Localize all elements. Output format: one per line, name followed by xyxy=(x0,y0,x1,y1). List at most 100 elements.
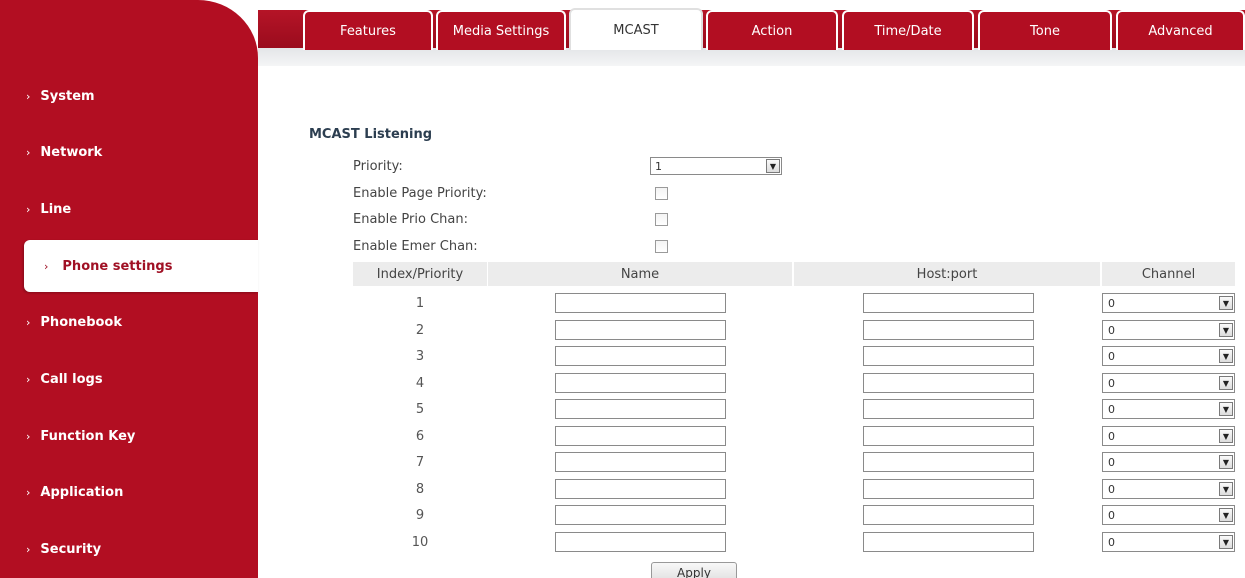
chevron-down-icon: ▼ xyxy=(1219,535,1233,549)
host-port-input[interactable] xyxy=(863,320,1034,340)
sidebar-item-network[interactable]: › Network xyxy=(0,126,252,178)
channel-select[interactable]: 0 ▼ xyxy=(1102,479,1235,499)
chevron-right-icon: › xyxy=(26,542,31,556)
chevron-down-icon: ▼ xyxy=(1219,402,1233,416)
channel-select[interactable]: 0 ▼ xyxy=(1102,452,1235,472)
name-input[interactable] xyxy=(555,293,726,313)
sidebar-item-call-logs[interactable]: › Call logs xyxy=(0,353,252,405)
sidebar: › System › Network › Line › Phone settin… xyxy=(0,0,258,578)
host-port-input[interactable] xyxy=(863,399,1034,419)
column-header-index: Index/Priority xyxy=(353,262,487,286)
apply-button[interactable]: Apply xyxy=(651,562,737,578)
name-input[interactable] xyxy=(555,532,726,552)
row-index: 7 xyxy=(415,455,425,470)
tab-features[interactable]: Features xyxy=(303,10,433,50)
prio-chan-label: Enable Prio Chan: xyxy=(353,212,468,227)
sidebar-item-label: Security xyxy=(40,541,102,557)
channel-value: 0 xyxy=(1108,429,1115,443)
channel-select[interactable]: 0 ▼ xyxy=(1102,505,1235,525)
prio-chan-checkbox[interactable] xyxy=(655,213,668,226)
sidebar-item-phone-settings[interactable]: › Phone settings xyxy=(24,240,258,292)
tab-tone[interactable]: Tone xyxy=(978,10,1112,50)
priority-value: 1 xyxy=(655,159,662,173)
name-input[interactable] xyxy=(555,426,726,446)
name-input[interactable] xyxy=(555,346,726,366)
channel-select[interactable]: 0 ▼ xyxy=(1102,399,1235,419)
row-index: 1 xyxy=(415,296,425,311)
channel-value: 0 xyxy=(1108,402,1115,416)
channel-value: 0 xyxy=(1108,482,1115,496)
row-index: 2 xyxy=(415,323,425,338)
chevron-down-icon: ▼ xyxy=(1219,455,1233,469)
channel-select[interactable]: 0 ▼ xyxy=(1102,320,1235,340)
sidebar-item-phonebook[interactable]: › Phonebook xyxy=(0,296,252,348)
name-input[interactable] xyxy=(555,399,726,419)
row-index: 9 xyxy=(415,508,425,523)
mcast-panel: MCAST Listening Priority: 1 ▼ Enable Pag… xyxy=(258,66,1245,578)
row-index: 3 xyxy=(415,349,425,364)
channel-value: 0 xyxy=(1108,323,1115,337)
channel-value: 0 xyxy=(1108,296,1115,310)
sidebar-item-application[interactable]: › Application xyxy=(0,466,252,518)
row-index: 4 xyxy=(415,376,425,391)
emer-chan-checkbox[interactable] xyxy=(655,240,668,253)
sidebar-item-label: Function Key xyxy=(40,428,136,444)
host-port-input[interactable] xyxy=(863,452,1034,472)
chevron-right-icon: › xyxy=(26,485,31,499)
tab-bar: Features Media Settings MCAST Action Tim… xyxy=(258,0,1245,66)
channel-select[interactable]: 0 ▼ xyxy=(1102,426,1235,446)
tab-advanced[interactable]: Advanced xyxy=(1116,10,1245,50)
sidebar-item-label: Call logs xyxy=(40,371,103,387)
channel-select[interactable]: 0 ▼ xyxy=(1102,293,1235,313)
row-index: 5 xyxy=(415,402,425,417)
column-header-name: Name xyxy=(488,262,792,286)
sidebar-item-label: Line xyxy=(40,201,72,217)
channel-value: 0 xyxy=(1108,376,1115,390)
host-port-input[interactable] xyxy=(863,532,1034,552)
sidebar-item-system[interactable]: › System xyxy=(0,70,252,122)
chevron-down-icon: ▼ xyxy=(1219,349,1233,363)
channel-select[interactable]: 0 ▼ xyxy=(1102,346,1235,366)
channel-select[interactable]: 0 ▼ xyxy=(1102,373,1235,393)
page-priority-label: Enable Page Priority: xyxy=(353,186,487,201)
tab-action[interactable]: Action xyxy=(706,10,838,50)
page-priority-checkbox[interactable] xyxy=(655,187,668,200)
host-port-input[interactable] xyxy=(863,293,1034,313)
tab-mcast[interactable]: MCAST xyxy=(569,8,703,50)
tab-media-settings[interactable]: Media Settings xyxy=(436,10,566,50)
name-input[interactable] xyxy=(555,452,726,472)
host-port-input[interactable] xyxy=(863,373,1034,393)
chevron-right-icon: › xyxy=(44,259,49,273)
name-input[interactable] xyxy=(555,320,726,340)
chevron-right-icon: › xyxy=(26,315,31,329)
chevron-down-icon: ▼ xyxy=(1219,429,1233,443)
sidebar-item-label: Application xyxy=(40,484,124,500)
name-input[interactable] xyxy=(555,373,726,393)
name-input[interactable] xyxy=(555,505,726,525)
column-header-channel: Channel xyxy=(1102,262,1235,286)
host-port-input[interactable] xyxy=(863,505,1034,525)
chevron-right-icon: › xyxy=(26,202,31,216)
sidebar-item-line[interactable]: › Line xyxy=(0,183,252,235)
host-port-input[interactable] xyxy=(863,426,1034,446)
section-title: MCAST Listening xyxy=(309,127,433,142)
channel-value: 0 xyxy=(1108,455,1115,469)
priority-select[interactable]: 1 ▼ xyxy=(650,157,782,175)
channel-value: 0 xyxy=(1108,349,1115,363)
name-input[interactable] xyxy=(555,479,726,499)
sidebar-item-label: Phonebook xyxy=(40,314,123,330)
row-index: 10 xyxy=(411,535,429,550)
sidebar-item-label: Network xyxy=(40,144,103,160)
sidebar-item-security[interactable]: › Security xyxy=(0,523,252,575)
tab-time-date[interactable]: Time/Date xyxy=(842,10,974,50)
host-port-input[interactable] xyxy=(863,479,1034,499)
sidebar-item-label: Phone settings xyxy=(62,258,173,274)
channel-select[interactable]: 0 ▼ xyxy=(1102,532,1235,552)
chevron-right-icon: › xyxy=(26,89,31,103)
chevron-down-icon: ▼ xyxy=(766,159,780,173)
row-index: 6 xyxy=(415,429,425,444)
sidebar-item-function-key[interactable]: › Function Key xyxy=(0,410,252,462)
row-index: 8 xyxy=(415,482,425,497)
host-port-input[interactable] xyxy=(863,346,1034,366)
channel-value: 0 xyxy=(1108,535,1115,549)
